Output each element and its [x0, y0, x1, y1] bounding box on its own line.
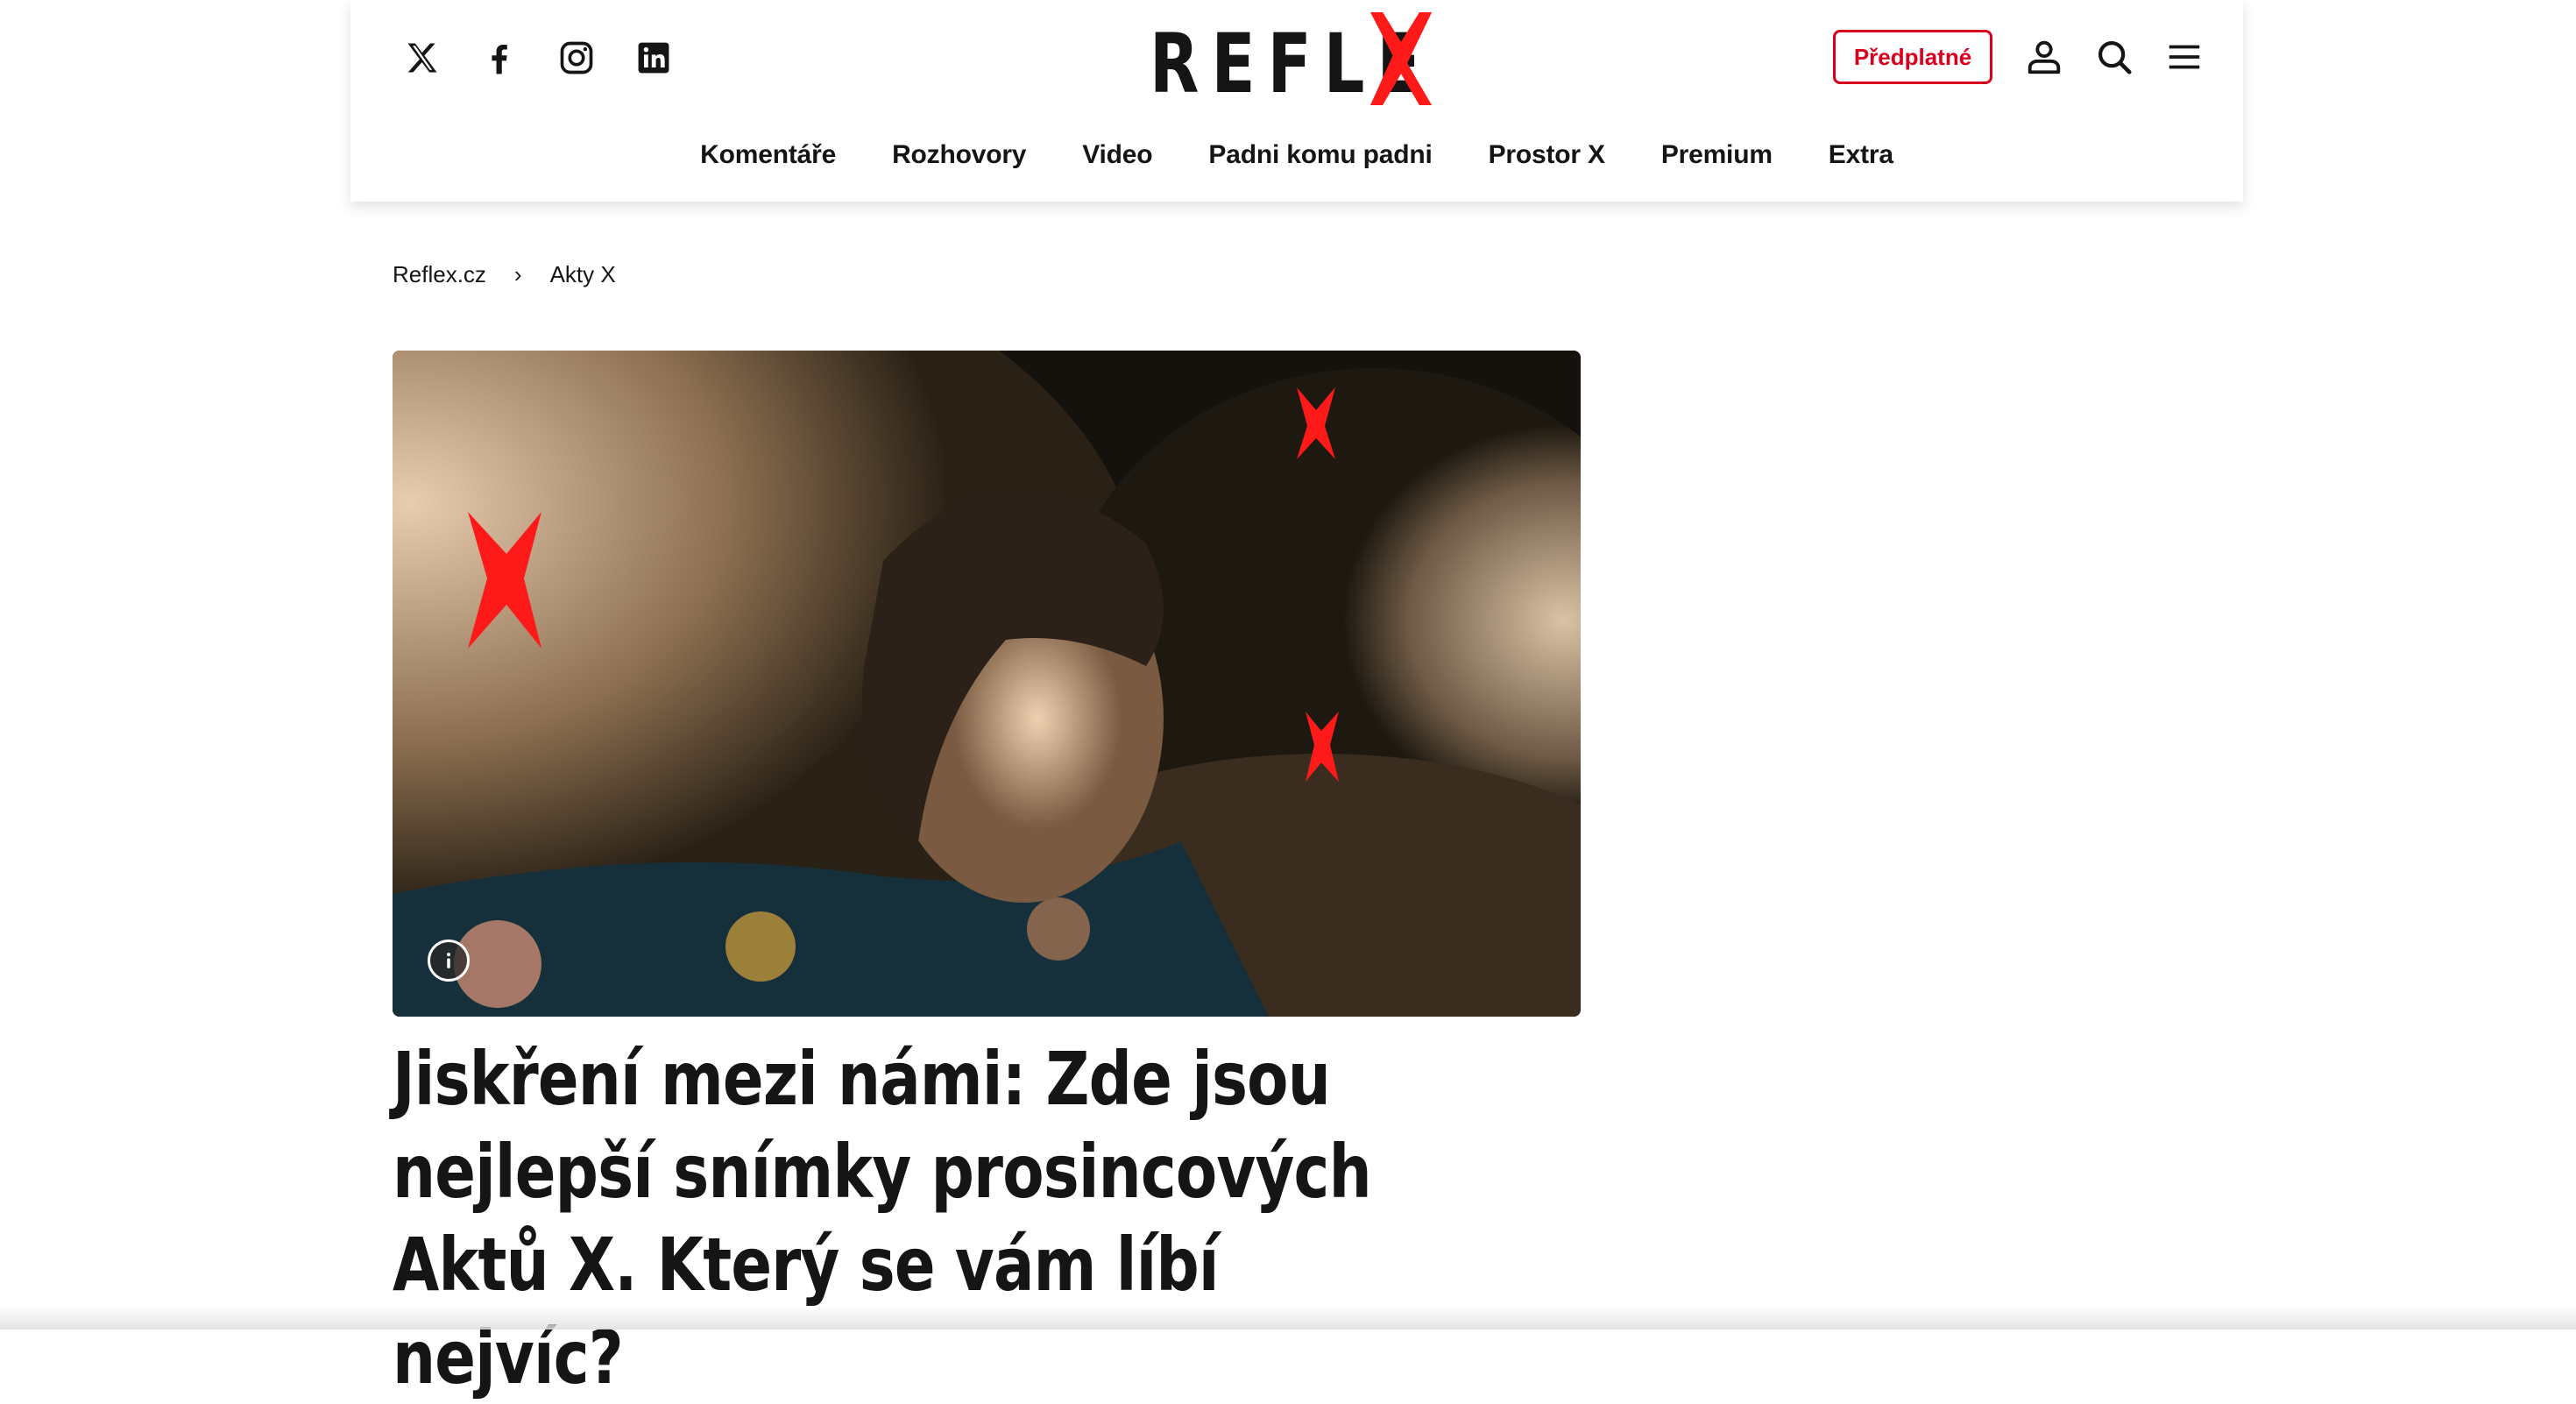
hero-photo: [393, 351, 1581, 1017]
nav-item-komentare[interactable]: Komentáře: [700, 140, 836, 170]
breadcrumb-section[interactable]: Akty X: [550, 261, 616, 288]
search-icon[interactable]: [2092, 35, 2136, 79]
nav-item-extra[interactable]: Extra: [1829, 140, 1893, 170]
x-twitter-icon[interactable]: [401, 37, 443, 79]
nav-item-video[interactable]: Video: [1082, 140, 1152, 170]
site-header: REFLE Předplatné Komentáře Rozhovory Vid…: [350, 0, 2243, 202]
main-navigation: Komentáře Rozhovory Video Padni komu pad…: [350, 140, 2243, 170]
linkedin-icon[interactable]: [633, 37, 675, 79]
instagram-icon[interactable]: [556, 37, 598, 79]
nav-item-premium[interactable]: Premium: [1661, 140, 1773, 170]
subscribe-button[interactable]: Předplatné: [1833, 30, 1992, 84]
nav-item-rozhovory[interactable]: Rozhovory: [892, 140, 1026, 170]
article-hero-image[interactable]: [393, 351, 1581, 1017]
breadcrumb-separator: ›: [513, 261, 522, 287]
breadcrumb: Reflex.cz › Akty X: [393, 261, 616, 288]
nav-item-padni-komu-padni[interactable]: Padni komu padni: [1208, 140, 1432, 170]
header-actions: [2022, 35, 2206, 79]
info-icon[interactable]: [428, 940, 470, 982]
logo-x-icon: [1370, 12, 1432, 105]
nav-item-prostor-x[interactable]: Prostor X: [1489, 140, 1605, 170]
user-icon[interactable]: [2022, 35, 2066, 79]
breadcrumb-home[interactable]: Reflex.cz: [393, 261, 486, 288]
menu-icon[interactable]: [2162, 35, 2206, 79]
reflex-logo[interactable]: REFLE: [1150, 12, 1447, 110]
facebook-icon[interactable]: [478, 37, 520, 79]
bottom-shadow: [0, 1306, 2576, 1330]
social-links: [401, 37, 675, 79]
article-title: Jiskření mezi námi: Zde jsou nejlepší sn…: [393, 1036, 1372, 1400]
